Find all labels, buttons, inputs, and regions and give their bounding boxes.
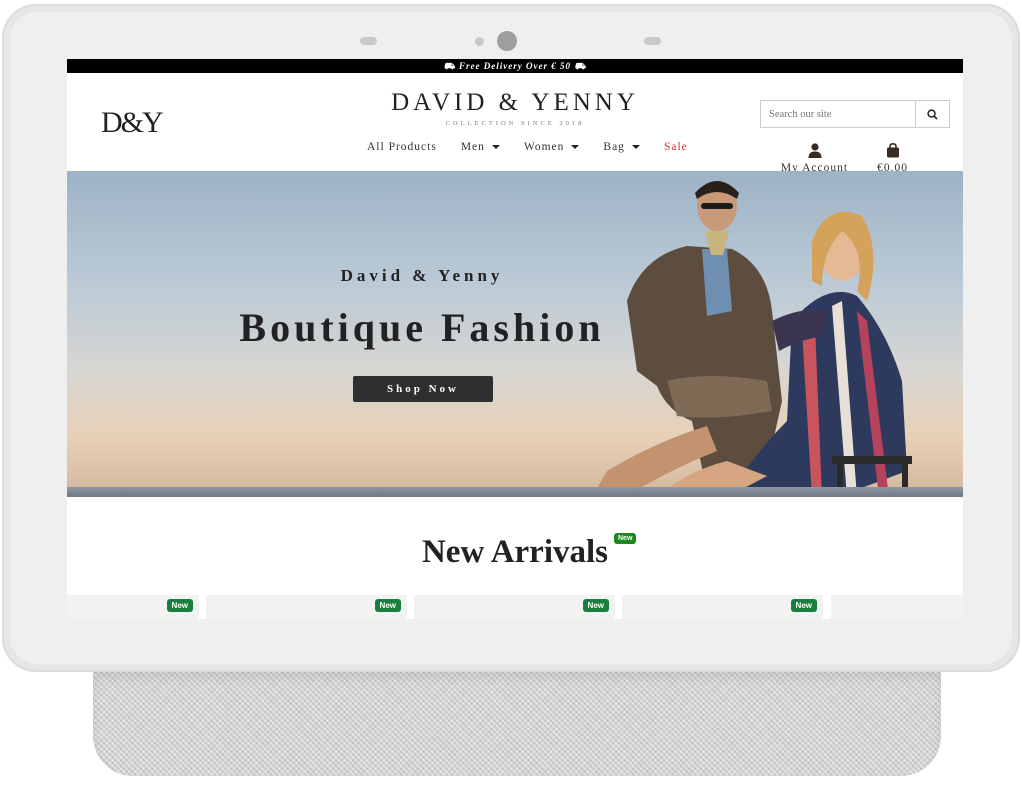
hero-horizon	[67, 487, 963, 497]
my-account-link[interactable]: My Account	[777, 143, 852, 174]
new-badge: New	[582, 599, 609, 612]
device-camera	[497, 31, 517, 51]
chevron-down-icon	[491, 145, 500, 149]
product-card[interactable]: New	[67, 595, 199, 619]
product-card[interactable]: New	[414, 595, 615, 619]
search-icon	[927, 108, 938, 120]
search-button[interactable]	[915, 101, 949, 127]
nav-item-label: All Products	[367, 141, 437, 153]
nav-item-label: Bag	[603, 141, 625, 153]
nav-item-men[interactable]: Men	[461, 141, 500, 153]
speaker-base	[93, 672, 941, 776]
nav-item-women[interactable]: Women	[523, 141, 580, 153]
new-badge: New	[790, 599, 817, 612]
new-arrivals-section: New Arrivals New New New New New	[67, 497, 963, 619]
section-heading: New Arrivals	[421, 534, 609, 570]
device-sensor-right	[644, 37, 661, 45]
site-header: D&Y DAVID & YENNY COLLECTION SINCE 2018 …	[67, 73, 963, 174]
product-card[interactable]	[831, 595, 963, 619]
announcement-bar: ⛟ Free Delivery Over € 50 ⛟	[67, 59, 963, 73]
nav-item-sale[interactable]: Sale	[664, 141, 688, 153]
chevron-down-icon	[631, 145, 640, 149]
product-cards: New New New New	[67, 595, 963, 619]
hero-banner: David & Yenny Boutique Fashion Shop Now	[67, 171, 963, 497]
hero-subtitle: David & Yenny	[340, 266, 504, 285]
device-indicator-dot	[475, 37, 484, 46]
user-icon	[808, 143, 821, 158]
nav-item-all-products[interactable]: All Products	[367, 141, 437, 153]
screen: ⛟ Free Delivery Over € 50 ⛟ D&Y DAVID & …	[67, 59, 963, 619]
main-nav: All Products Men Women Bag Sale	[367, 141, 712, 153]
search-input[interactable]	[761, 101, 915, 127]
product-card[interactable]: New	[206, 595, 407, 619]
nav-item-label: Women	[523, 141, 565, 153]
nav-item-label: Sale	[663, 141, 688, 153]
shopping-bag-icon	[886, 143, 899, 158]
nav-item-bag[interactable]: Bag	[603, 141, 640, 153]
new-badge: New	[614, 533, 637, 544]
chevron-down-icon	[571, 145, 580, 149]
hero-title: Boutique Fashion	[239, 305, 605, 350]
new-badge: New	[166, 599, 193, 612]
nav-item-label: Men	[460, 141, 485, 153]
device-sensor-left	[360, 37, 377, 45]
cart-link[interactable]: €0.00	[870, 143, 915, 174]
shop-now-button[interactable]: Shop Now	[353, 376, 493, 402]
product-card[interactable]: New	[622, 595, 823, 619]
search-box	[760, 100, 950, 128]
new-badge: New	[374, 599, 401, 612]
